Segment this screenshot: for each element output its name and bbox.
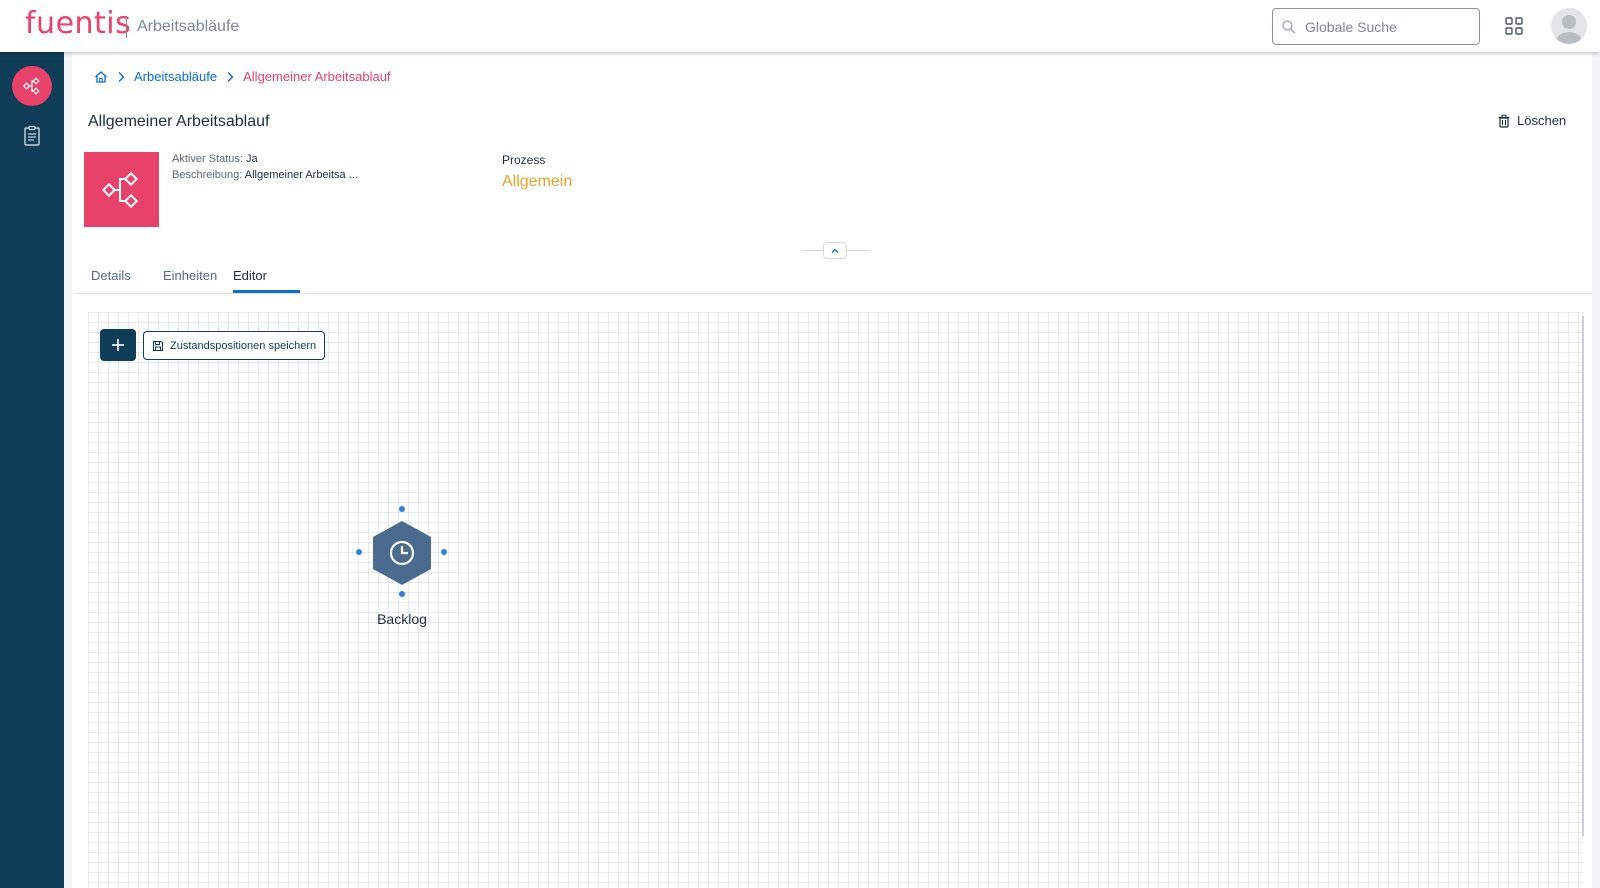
search-icon (1282, 20, 1296, 34)
trash-icon (1498, 114, 1510, 128)
chevron-right-icon (227, 71, 234, 82)
state-node-backlog[interactable] (372, 520, 432, 586)
add-state-button[interactable] (100, 329, 136, 361)
right-edge (1592, 52, 1600, 888)
active-status-label: Aktiver Status: (172, 153, 243, 165)
logo-divider (126, 16, 127, 38)
app-header: fuentis Arbeitsabläufe (0, 0, 1600, 52)
clipboard-icon[interactable] (20, 124, 44, 148)
sidebar-item-workflows[interactable] (12, 66, 52, 106)
delete-button[interactable]: Löschen (1497, 113, 1566, 128)
process-value: Allgemein (502, 173, 573, 190)
description-label: Beschreibung: (172, 169, 243, 181)
workflow-editor-canvas[interactable] (88, 312, 1584, 888)
home-icon[interactable] (94, 70, 108, 84)
breadcrumb: Arbeitsabläufe Allgemeiner Arbeitsablauf (94, 69, 391, 84)
search-input[interactable] (1305, 9, 1473, 44)
app-grid-icon[interactable] (1504, 16, 1524, 36)
user-avatar[interactable] (1551, 8, 1587, 44)
tab-einheiten[interactable]: Einheiten (163, 268, 217, 283)
tab-editor[interactable]: Editor (233, 268, 267, 283)
chevron-up-icon (831, 248, 839, 253)
breadcrumb-link-workflows[interactable]: Arbeitsabläufe (134, 69, 217, 84)
chevron-right-icon (118, 71, 125, 82)
canvas-scrollbar[interactable] (1582, 316, 1584, 836)
connection-handle-top[interactable] (399, 506, 405, 512)
connection-handle-right[interactable] (441, 549, 447, 555)
workflow-icon (101, 171, 138, 208)
tab-bar: Details Einheiten Editor (74, 262, 1592, 294)
selected-tab-indicator (233, 290, 300, 293)
side-navigation (0, 52, 64, 888)
save-state-positions-button[interactable]: Zustandspositionen speichern (143, 331, 326, 360)
collapse-header-button[interactable] (823, 242, 847, 259)
active-status-value: Ja (245, 153, 258, 165)
tab-details[interactable]: Details (91, 268, 131, 283)
page-title: Allgemeiner Arbeitsablauf (88, 113, 270, 130)
breadcrumb-current: Allgemeiner Arbeitsablauf (243, 69, 391, 84)
plus-icon (112, 339, 124, 351)
connection-handle-left[interactable] (356, 549, 362, 555)
active-status-attribute: Aktiver Status: Ja (172, 153, 258, 165)
description-attribute: Beschreibung: Allgemeiner Arbeitsa ... (172, 169, 358, 181)
save-state-positions-label: Zustandspositionen speichern (170, 339, 317, 352)
save-icon (152, 340, 164, 351)
process-label: Prozess (502, 153, 546, 167)
delete-label: Löschen (1517, 113, 1567, 128)
connection-handle-bottom[interactable] (399, 591, 405, 597)
workflow-icon (22, 77, 40, 95)
state-node-label: Backlog (377, 611, 427, 627)
global-search[interactable] (1272, 8, 1480, 45)
app-title: Arbeitsabläufe (137, 18, 240, 35)
description-value: Allgemeiner Arbeitsa ... (244, 169, 358, 181)
shell-divider (64, 52, 72, 888)
app-logo[interactable]: fuentis (25, 6, 131, 41)
person-icon (1556, 15, 1582, 44)
workflow-object-tile (84, 152, 159, 227)
